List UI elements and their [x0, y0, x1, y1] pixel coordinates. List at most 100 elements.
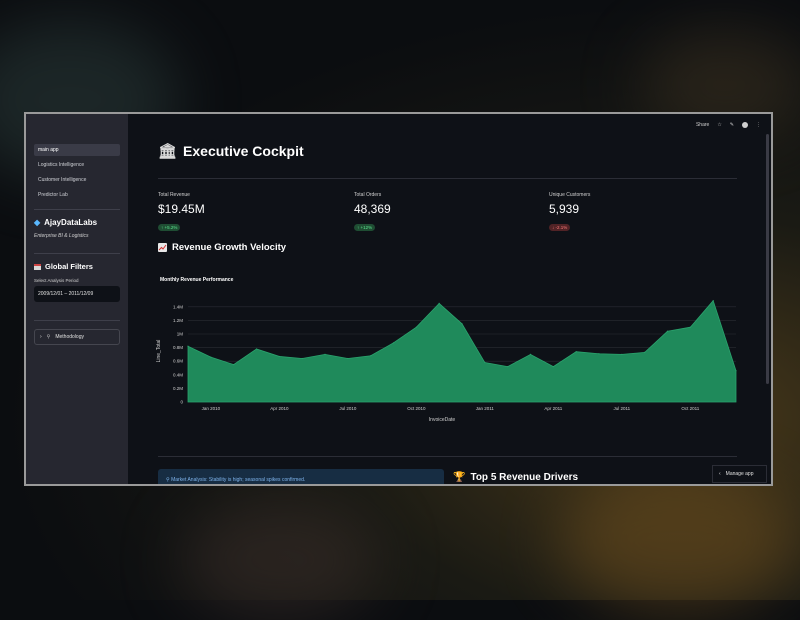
- period-label: Select Analysis Period: [34, 278, 79, 283]
- data-point: [415, 326, 417, 328]
- star-icon[interactable]: ☆: [717, 122, 721, 128]
- chevron-right-icon: ›: [40, 334, 42, 340]
- metric-value: 5,939: [549, 202, 580, 216]
- section-title-text: Revenue Growth Velocity: [172, 242, 287, 253]
- page-title: 🏛 Executive Cockpit: [158, 142, 304, 160]
- brand-subtitle: Enterprise BI & Logistics: [34, 233, 89, 239]
- trophy-icon: 🏆: [453, 472, 466, 483]
- metric-delta: ↑ +12%: [354, 224, 376, 231]
- y-tick-label: 0.8M: [173, 345, 183, 350]
- x-tick-label: Oct 2011: [681, 406, 699, 411]
- data-point: [552, 366, 554, 368]
- metric-value: 48,369: [354, 202, 391, 216]
- divider: [34, 209, 120, 210]
- metric-delta: ↑ +5.2%: [158, 224, 181, 231]
- revenue-area-series: [187, 299, 737, 403]
- y-axis-label: Line_Total: [156, 340, 162, 363]
- data-point: [210, 356, 212, 358]
- data-point: [370, 355, 372, 357]
- drivers-title-text: Top 5 Revenue Drivers: [470, 472, 579, 483]
- manage-app-label: Manage app: [725, 471, 754, 477]
- y-tick-label: 0.6M: [173, 359, 183, 364]
- github-icon[interactable]: [742, 122, 748, 128]
- nav-item-predictor[interactable]: Predictor Lab: [34, 189, 120, 201]
- data-point: [301, 357, 303, 360]
- divider: [34, 253, 120, 254]
- metric-revenue: Total Revenue $19.45M ↑ +5.2%: [158, 192, 205, 234]
- chart-title: Monthly Revenue Performance: [160, 277, 234, 283]
- manage-app-button[interactable]: ‹ Manage app: [712, 465, 767, 483]
- data-point: [347, 357, 349, 360]
- y-tick-label: 1M: [177, 332, 184, 337]
- metric-label: Unique Customers: [549, 192, 591, 198]
- share-button[interactable]: Share: [696, 122, 709, 128]
- app-window: main app Logistics Intelligence Customer…: [24, 112, 773, 486]
- x-tick-label: Jul 2011: [613, 406, 630, 411]
- y-tick-label: 0.2M: [173, 386, 183, 391]
- data-point: [621, 353, 623, 355]
- background-blur: [560, 470, 800, 610]
- data-point: [507, 366, 509, 368]
- info-text: Market Analysis: Stability is high; seas…: [171, 477, 306, 483]
- page-title-text: Executive Cockpit: [183, 143, 304, 159]
- x-tick-label: Jan 2010: [202, 406, 221, 411]
- methodology-expander[interactable]: › ⚲ Methodology: [34, 329, 120, 345]
- divider: [158, 178, 737, 179]
- x-tick-label: Jan 2011: [476, 406, 495, 411]
- chevron-left-icon: ‹: [719, 471, 721, 477]
- nav-item-main-app[interactable]: main app: [34, 144, 120, 156]
- metric-orders: Total Orders 48,369 ↑ +12%: [354, 192, 391, 234]
- section-title: Revenue Growth Velocity: [158, 242, 286, 253]
- data-point: [278, 355, 280, 358]
- data-point: [324, 353, 326, 355]
- divider: [34, 320, 120, 321]
- diamond-icon: ◆: [34, 218, 41, 227]
- data-point: [392, 342, 395, 344]
- data-point: [233, 364, 235, 366]
- metric-label: Total Orders: [354, 192, 382, 198]
- metric-delta-text: +12%: [360, 225, 373, 230]
- drivers-title: 🏆 Top 5 Revenue Drivers: [453, 472, 578, 483]
- data-point: [575, 351, 577, 353]
- nav-item-logistics[interactable]: Logistics Intelligence: [34, 159, 120, 171]
- data-point: [598, 353, 600, 355]
- divider: [158, 456, 737, 457]
- data-point: [484, 361, 486, 364]
- brand: ◆ AjayDataLabs: [34, 218, 120, 227]
- toolbar: Share ☆ ✎ ⋮: [696, 122, 761, 128]
- data-point: [644, 351, 646, 353]
- x-tick-label: Apr 2011: [544, 406, 562, 411]
- metric-delta-text: -2.1%: [555, 225, 568, 230]
- microscope-icon: ⚲: [46, 334, 51, 340]
- filters-heading: Global Filters: [34, 262, 120, 271]
- metric-delta: ↓ -2.1%: [549, 224, 571, 231]
- x-tick-label: Oct 2010: [407, 406, 426, 411]
- x-tick-label: Jul 2010: [339, 406, 357, 411]
- y-tick-label: 0.4M: [173, 372, 183, 377]
- magnifier-icon: ⚲: [166, 477, 170, 483]
- data-point: [438, 302, 440, 304]
- background-blur: [180, 500, 380, 620]
- metric-value: $19.45M: [158, 202, 205, 216]
- data-point: [666, 330, 669, 332]
- y-tick-label: 1.2M: [173, 318, 183, 323]
- data-point: [689, 326, 691, 328]
- market-analysis-info: ⚲ Market Analysis: Stability is high; se…: [158, 469, 444, 484]
- edit-icon[interactable]: ✎: [730, 122, 734, 128]
- x-axis-label: InvoiceDate: [429, 417, 456, 423]
- date-range-input[interactable]: 2009/12/01 – 2011/12/09: [34, 286, 120, 302]
- revenue-area-chart[interactable]: 0 0.2M 0.4M 0.6M 0.8M 1M 1.2M 1.4M Jan 2010 Apr 2…: [156, 292, 746, 430]
- chart-increasing-icon: [158, 243, 167, 252]
- bank-icon: 🏛: [158, 143, 178, 160]
- data-point: [255, 348, 258, 350]
- x-tick-label: Apr 2010: [270, 406, 289, 411]
- metric-delta-text: +5.2%: [164, 225, 178, 230]
- metric-customers: Unique Customers 5,939 ↓ -2.1%: [549, 192, 590, 234]
- sidebar: main app Logistics Intelligence Customer…: [26, 114, 128, 484]
- y-tick-label: 0: [180, 400, 183, 405]
- more-menu-icon[interactable]: ⋮: [756, 122, 761, 128]
- calendar-icon: [34, 263, 41, 270]
- nav-item-customer[interactable]: Customer Intelligence: [34, 174, 120, 186]
- scrollbar[interactable]: [766, 134, 769, 384]
- data-point: [529, 353, 532, 355]
